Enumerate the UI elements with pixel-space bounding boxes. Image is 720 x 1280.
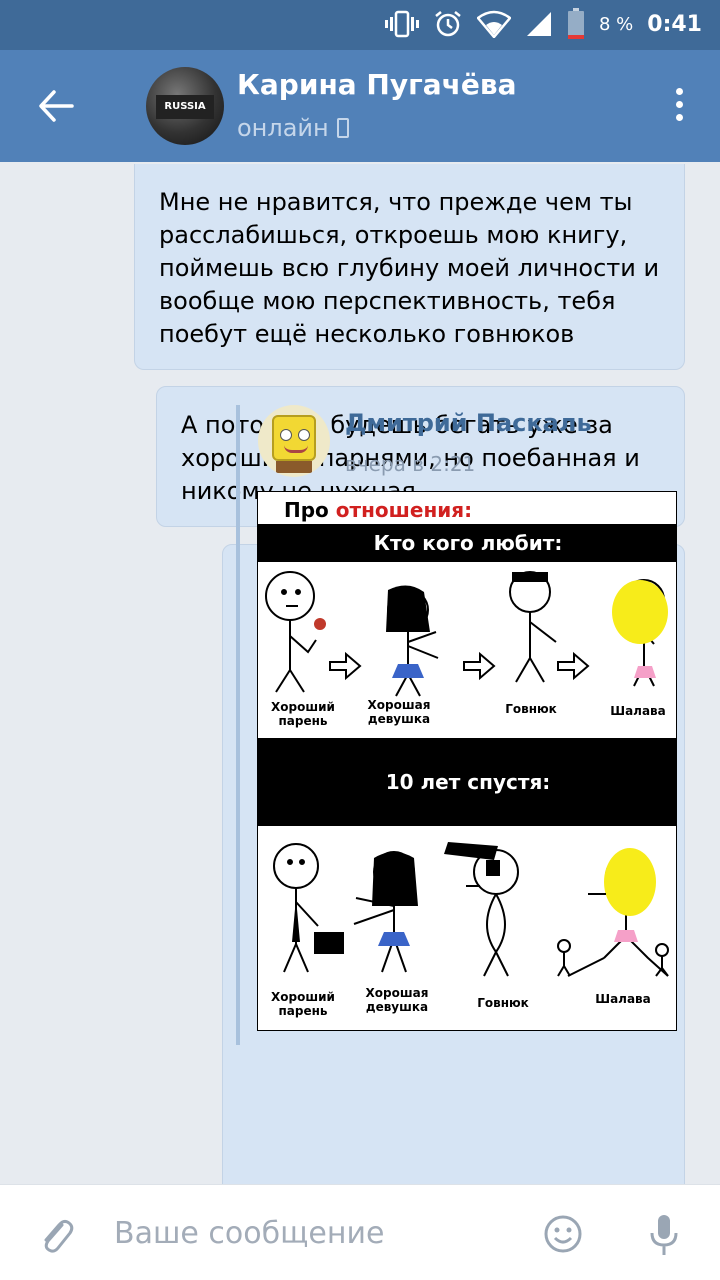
meme-label: Шалава xyxy=(595,992,651,1006)
message-composer xyxy=(0,1184,720,1280)
alarm-icon xyxy=(435,11,461,37)
message-text: Мне не нравится, что прежде чем ты рассл… xyxy=(159,188,660,348)
meme-title: Про отношения: xyxy=(284,498,473,522)
meme-label: Говнюк xyxy=(477,996,529,1010)
meme-label: Хорошая девушка xyxy=(367,698,431,726)
status-icons: 8 % 0:41 xyxy=(384,8,702,40)
contact-status: онлайн xyxy=(237,114,349,142)
message-bubble[interactable]: Мне не нравится, что прежде чем ты рассл… xyxy=(134,164,685,370)
meme-label: Хороший парень xyxy=(271,990,335,1018)
meme-panel-top: Хороший парень Хорошая девушка Говнюк Ша… xyxy=(258,562,676,738)
forwarded-image[interactable]: Про отношения: Кто кого любит: Хороший п… xyxy=(257,491,677,1031)
clock: 0:41 xyxy=(647,11,702,37)
message-input[interactable] xyxy=(100,1203,520,1263)
forward-author-avatar[interactable] xyxy=(258,405,330,477)
wifi-icon xyxy=(476,10,511,38)
spongebob-avatar-icon xyxy=(272,415,316,461)
meme-band-bottom: 10 лет спустя: xyxy=(258,738,676,826)
online-status-text: онлайн xyxy=(237,114,329,142)
contact-name[interactable]: Карина Пугачёва xyxy=(237,68,516,101)
avatar-cap-text: RUSSIA xyxy=(156,95,214,119)
mobile-phone-icon xyxy=(336,118,349,138)
forward-quote-line xyxy=(236,405,240,1045)
status-bar: 8 % 0:41 xyxy=(0,0,720,50)
forward-time: вчера в 2:21 xyxy=(345,452,476,476)
back-arrow-icon[interactable] xyxy=(36,86,76,126)
attach-paperclip-icon[interactable] xyxy=(36,1215,76,1255)
meme-label: Хороший парень xyxy=(271,700,335,728)
emoji-smile-icon[interactable] xyxy=(543,1214,583,1254)
vibrate-icon xyxy=(384,10,419,38)
meme-panel-bottom: Хороший парень Хорошая девушка Говнюк Ша… xyxy=(258,826,676,1030)
more-menu-icon[interactable] xyxy=(674,88,684,124)
signal-icon xyxy=(526,12,551,36)
chat-header: RUSSIA Карина Пугачёва онлайн xyxy=(0,50,720,162)
meme-label: Шалава xyxy=(610,704,666,718)
contact-avatar[interactable]: RUSSIA xyxy=(146,67,224,145)
meme-label: Хорошая девушка xyxy=(365,986,429,1014)
forward-author-name[interactable]: Дмитрий Паскаль xyxy=(345,409,592,437)
battery-percent: 8 % xyxy=(598,13,634,35)
meme-label: Говнюк xyxy=(505,702,557,716)
microphone-icon[interactable] xyxy=(648,1213,680,1257)
battery-icon xyxy=(567,8,584,39)
meme-band-top: Кто кого любит: xyxy=(258,524,676,562)
